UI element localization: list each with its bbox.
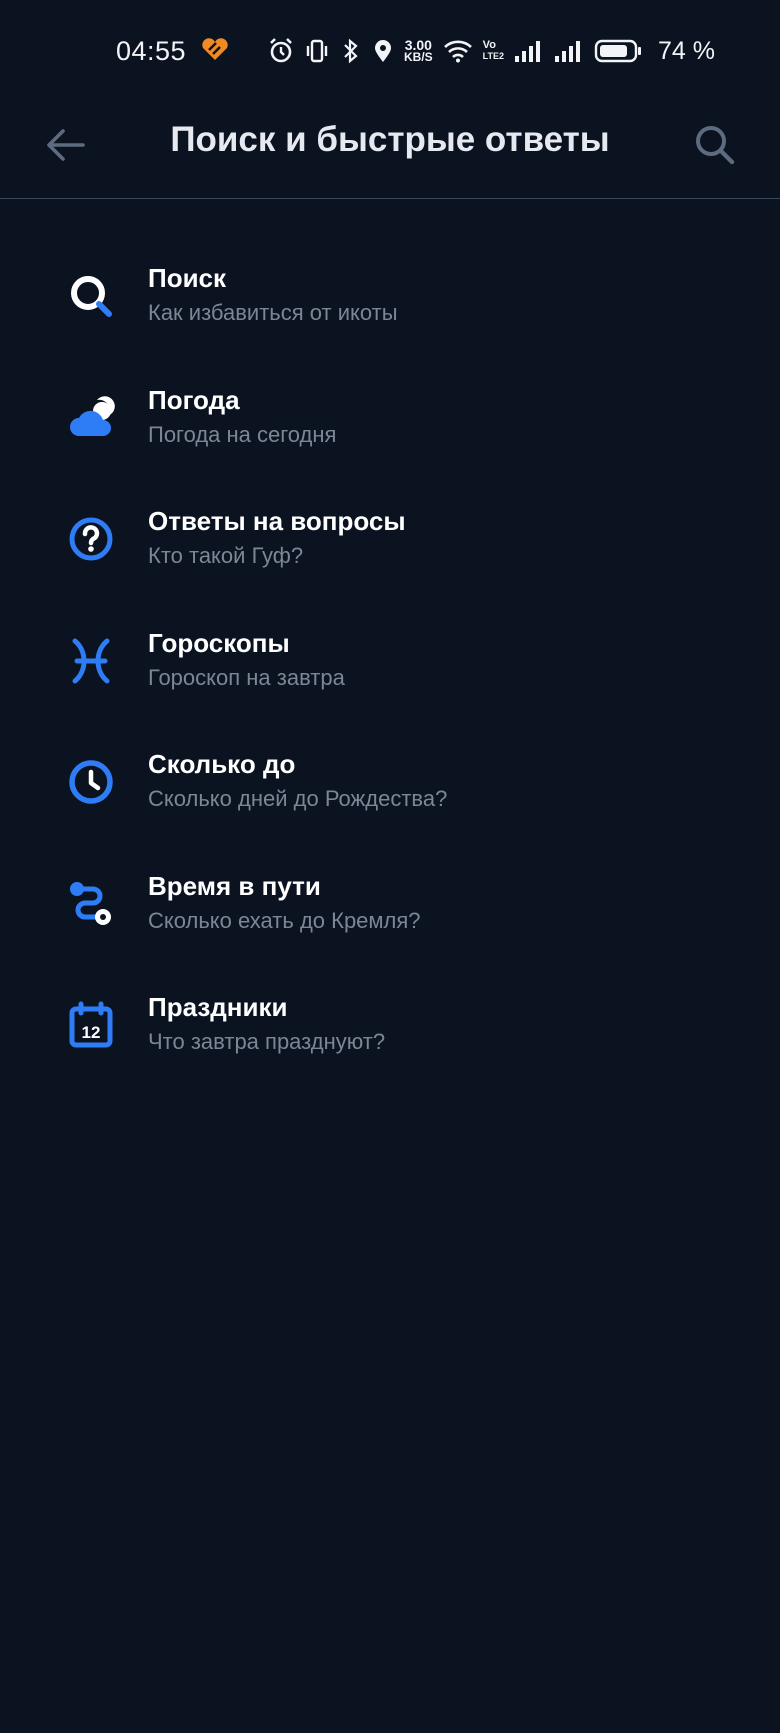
item-title: Праздники [148, 992, 288, 1022]
item-subtitle: Кто такой Гуф? [148, 543, 304, 568]
weather-icon [64, 391, 118, 445]
item-title: Погода [148, 384, 240, 415]
page-title: Поиск и быстрые ответы [170, 120, 610, 159]
search-icon [696, 126, 735, 165]
item-title: Ответы на вопросы [148, 506, 406, 536]
app-bar: Поиск и быстрые ответы [0, 100, 780, 199]
list-item-search[interactable]: Поиск Как избавиться от икоты [0, 243, 780, 365]
pisces-icon [64, 634, 118, 688]
route-icon [64, 877, 118, 931]
skills-list: Поиск Как избавиться от икоты Погода Пог… [0, 243, 780, 1094]
signal-icon-sim2 [554, 39, 584, 63]
battery-icon [594, 38, 642, 64]
item-subtitle: Погода на сегодня [148, 421, 337, 447]
search-icon [64, 269, 118, 323]
item-title: Поиск [148, 263, 227, 293]
list-item-answers[interactable]: Ответы на вопросы Кто такой Гуф? [0, 486, 780, 608]
calendar-day-number: 12 [82, 1023, 101, 1042]
location-icon [372, 38, 394, 64]
search-button[interactable] [688, 118, 742, 172]
item-title: Сколько до [148, 749, 296, 779]
status-time: 04:55 [116, 36, 187, 66]
signal-icon-sim1 [514, 39, 544, 63]
item-subtitle: Гороскоп на завтра [148, 664, 345, 690]
status-icons: 3.00 KB/S Vo LTE2 74 % [268, 36, 715, 66]
item-subtitle: Что завтра празднуют? [148, 1029, 386, 1054]
list-item-countdown[interactable]: Сколько до Сколько дней до Рождества? [0, 729, 780, 851]
item-subtitle: Как избавиться от икоты [148, 300, 398, 325]
network-speed: 3.00 KB/S [404, 37, 433, 64]
app-notification-icon [200, 38, 230, 62]
question-icon [64, 512, 118, 566]
list-item-holidays[interactable]: 12 Праздники Что завтра празднуют? [0, 972, 780, 1094]
battery-percent: 74 % [658, 36, 715, 65]
item-title: Гороскопы [148, 627, 290, 658]
list-item-horoscope[interactable]: Гороскопы Гороскоп на завтра [0, 608, 780, 730]
item-subtitle: Сколько дней до Рождества? [148, 786, 448, 811]
status-bar: 04:55 3.00 KB/S Vo LTE2 74 % [0, 0, 780, 100]
volte-indicator: Vo LTE2 [482, 39, 505, 62]
bluetooth-icon [340, 38, 362, 64]
vibrate-icon [304, 38, 330, 64]
list-item-weather[interactable]: Погода Погода на сегодня [0, 365, 780, 487]
list-item-travel-time[interactable]: Время в пути Сколько ехать до Кремля? [0, 851, 780, 973]
item-title: Время в пути [148, 870, 321, 901]
alarm-icon [268, 37, 294, 65]
clock-icon [64, 755, 118, 809]
item-subtitle: Сколько ехать до Кремля? [148, 907, 421, 933]
calendar-icon: 12 [64, 998, 118, 1052]
wifi-icon [443, 39, 473, 63]
